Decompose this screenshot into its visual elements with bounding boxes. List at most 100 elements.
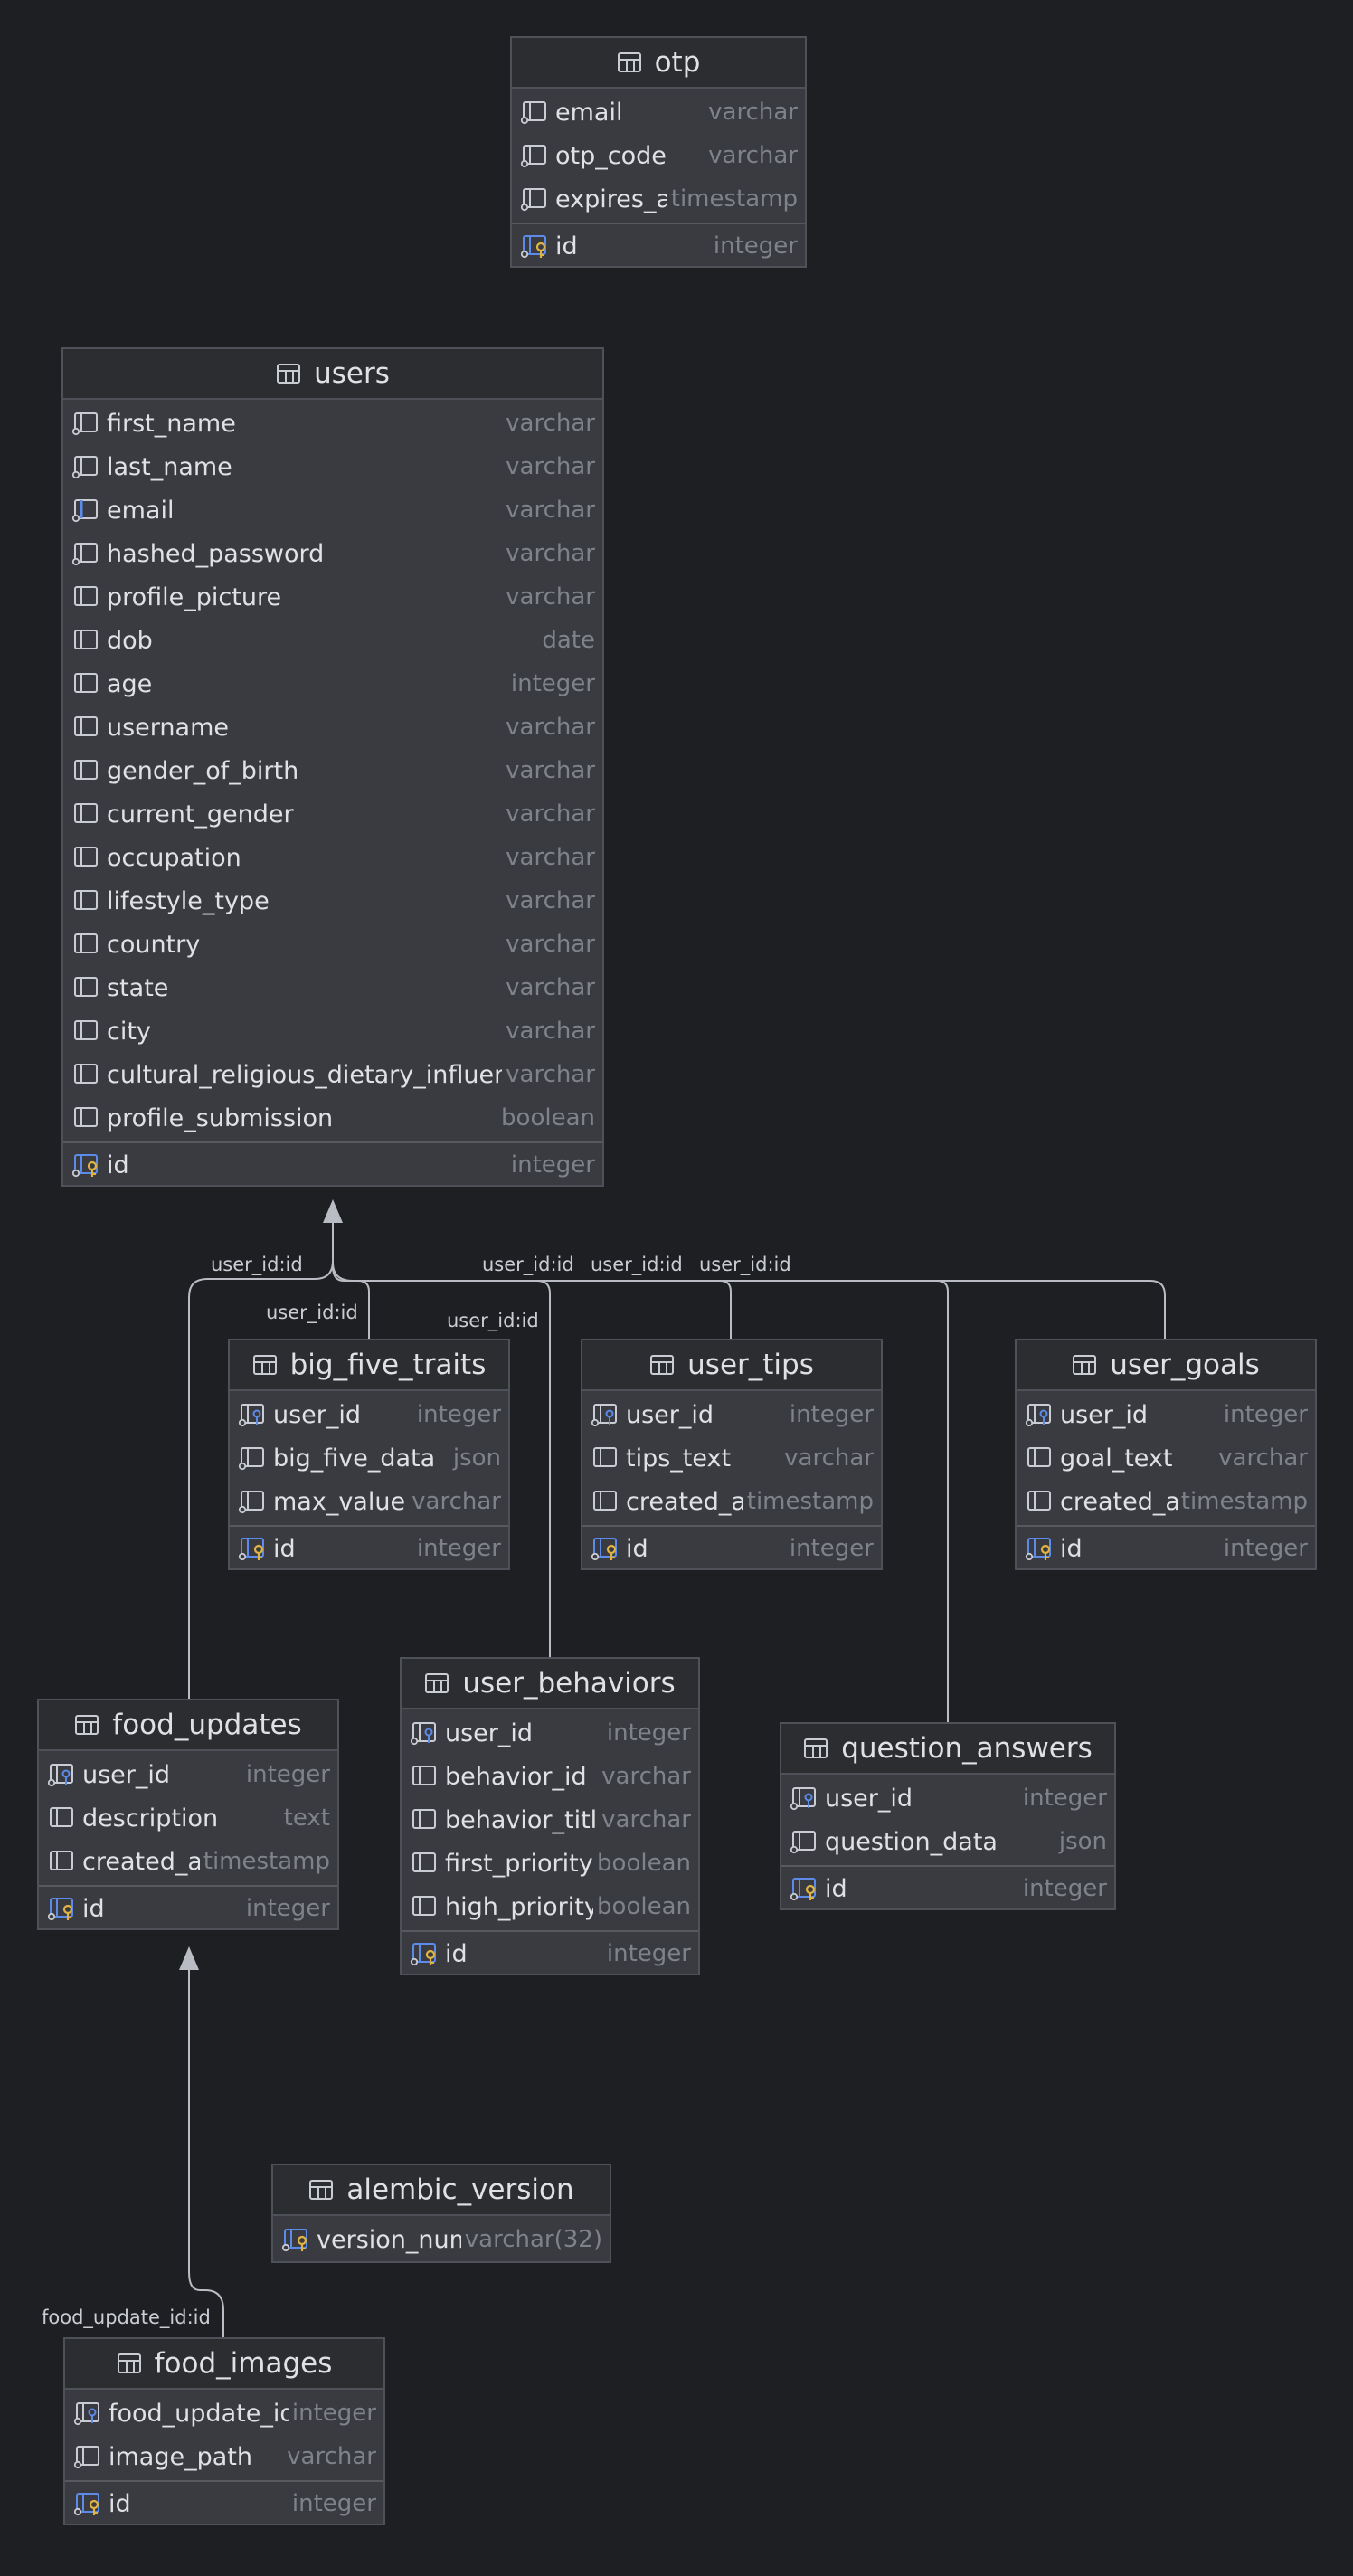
nullable-column-icon <box>71 844 101 871</box>
nullable-column-icon <box>71 1018 101 1045</box>
column-name: country <box>107 930 201 959</box>
table-users[interactable]: users first_name varchar last_name varchar em… <box>62 347 604 1187</box>
column-name: username <box>107 713 229 742</box>
column-row-user-id[interactable]: user_id integer <box>230 1393 508 1436</box>
table-header[interactable]: food_updates <box>39 1700 337 1751</box>
column-row-profile-submission[interactable]: profile_submission boolean <box>63 1096 602 1140</box>
primary-key-row[interactable]: id integer <box>63 1141 602 1185</box>
column-row-user-id[interactable]: user_id integer <box>402 1711 698 1755</box>
column-row-dob[interactable]: dob date <box>63 619 602 662</box>
table-header[interactable]: big_five_traits <box>230 1340 508 1391</box>
column-type: integer <box>245 1761 330 1788</box>
column-row-user-id[interactable]: user_id integer <box>39 1753 337 1796</box>
table-header[interactable]: user_behaviors <box>402 1659 698 1709</box>
table-food-images[interactable]: food_images food_update_id integer image_pa… <box>63 2337 385 2525</box>
column-row-user-id[interactable]: user_id integer <box>582 1393 881 1436</box>
table-food-updates[interactable]: food_updates user_id integer description tex… <box>37 1699 339 1930</box>
column-row-gender-of-birth[interactable]: gender_of_birth varchar <box>63 749 602 792</box>
column-row-max-value[interactable]: max_value varchar <box>230 1480 508 1523</box>
column-type: integer <box>1022 1785 1107 1812</box>
column-row-user-id[interactable]: user_id integer <box>1017 1393 1315 1436</box>
table-header[interactable]: user_tips <box>582 1340 881 1391</box>
column-row-high-priority[interactable]: high_priority boolean <box>402 1885 698 1928</box>
column-row-created-at[interactable]: created_at timestamp <box>582 1480 881 1523</box>
column-row-first-priority[interactable]: first_priority boolean <box>402 1842 698 1885</box>
column-row-email[interactable]: email varchar <box>512 90 805 134</box>
column-type: varchar <box>784 1444 874 1472</box>
column-row-state[interactable]: state varchar <box>63 966 602 1009</box>
column-row-behavior-id[interactable]: behavior_id varchar <box>402 1755 698 1798</box>
primary-key-row[interactable]: version_num varchar(32) <box>273 2218 610 2261</box>
primary-key-row[interactable]: id integer <box>65 2480 383 2524</box>
column-name: id <box>273 1534 296 1563</box>
table-otp[interactable]: otp email varchar otp_code varchar expires_a t… <box>510 36 807 268</box>
edge-label-question-answers: user_id:id <box>482 1254 574 1276</box>
column-row-behavior-title[interactable]: behavior_title varchar <box>402 1798 698 1842</box>
column-row-tips-text[interactable]: tips_text varchar <box>582 1436 881 1480</box>
primary-key-row[interactable]: id integer <box>1017 1525 1315 1568</box>
column-name: max_value <box>273 1487 406 1516</box>
column-icon <box>71 410 101 437</box>
column-row-created-at[interactable]: created_at timestamp <box>1017 1480 1315 1523</box>
primary-key-row[interactable]: id integer <box>230 1525 508 1568</box>
column-name: profile_submission <box>107 1103 334 1132</box>
column-name: first_priority <box>445 1849 593 1878</box>
column-row-occupation[interactable]: occupation varchar <box>63 836 602 879</box>
column-row-current-gender[interactable]: current_gender varchar <box>63 792 602 836</box>
column-row-age[interactable]: age integer <box>63 662 602 706</box>
edge-user-tips-users[interactable] <box>353 1280 732 1339</box>
column-row-lifestyle-type[interactable]: lifestyle_type varchar <box>63 879 602 923</box>
column-type: varchar <box>506 974 595 1001</box>
column-row-profile-picture[interactable]: profile_picture varchar <box>63 575 602 619</box>
primary-key-row[interactable]: id integer <box>39 1885 337 1928</box>
edge-label-food-updates: user_id:id <box>211 1254 303 1276</box>
column-type: varchar <box>506 410 595 437</box>
table-title: users <box>314 357 390 390</box>
column-row-image-path[interactable]: image_path varchar <box>65 2435 383 2478</box>
table-header[interactable]: otp <box>512 38 805 89</box>
column-type: text <box>283 1804 330 1832</box>
column-row-email[interactable]: email varchar <box>63 488 602 532</box>
column-row-goal-text[interactable]: goal_text varchar <box>1017 1436 1315 1480</box>
table-header[interactable]: question_answers <box>781 1724 1114 1775</box>
table-user-goals[interactable]: user_goals user_id integer goal_text varchar… <box>1015 1339 1317 1570</box>
column-row-otp-code[interactable]: otp_code varchar <box>512 134 805 177</box>
column-type: integer <box>510 670 595 697</box>
table-question-answers[interactable]: question_answers user_id integer question_d… <box>780 1722 1116 1910</box>
column-row-created-at[interactable]: created_at timestamp <box>39 1840 337 1883</box>
column-name: user_id <box>626 1400 714 1429</box>
column-row-username[interactable]: username varchar <box>63 706 602 749</box>
column-row-expires-at[interactable]: expires_attimestamp <box>512 177 805 221</box>
table-header[interactable]: food_images <box>65 2339 383 2390</box>
primary-key-row[interactable]: id integer <box>402 1930 698 1974</box>
column-row-question-data[interactable]: question_data json <box>781 1820 1114 1863</box>
column-row-last-name[interactable]: last_name varchar <box>63 445 602 488</box>
primary-key-row[interactable]: id integer <box>512 223 805 266</box>
column-row-hashed-password[interactable]: hashed_password varchar <box>63 532 602 575</box>
column-type: varchar <box>708 142 798 169</box>
column-row-first-name[interactable]: first_name varchar <box>63 402 602 445</box>
column-list: user_id integer description text created_at t… <box>39 1751 337 1928</box>
column-list: user_id integer tips_text varchar created_at… <box>582 1391 881 1568</box>
primary-key-row[interactable]: id integer <box>781 1865 1114 1908</box>
column-row-cultural-religious-dietary-influences[interactable]: cultural_religious_dietary_influencesvar… <box>63 1053 602 1096</box>
column-type: varchar <box>601 1806 691 1833</box>
edge-food-images-food-updates[interactable] <box>188 1970 224 2337</box>
column-row-description[interactable]: description text <box>39 1796 337 1840</box>
column-type: varchar <box>287 2443 376 2470</box>
table-header[interactable]: alembic_version <box>273 2165 610 2216</box>
table-user-tips[interactable]: user_tips user_id integer tips_text varchar c… <box>581 1339 883 1570</box>
column-row-user-id[interactable]: user_id integer <box>781 1776 1114 1820</box>
table-header[interactable]: user_goals <box>1017 1340 1315 1391</box>
column-row-big-five-data[interactable]: big_five_data json <box>230 1436 508 1480</box>
table-big-five-traits[interactable]: big_five_traits user_id integer big_five_da… <box>228 1339 510 1570</box>
column-row-country[interactable]: country varchar <box>63 923 602 966</box>
column-row-city[interactable]: city varchar <box>63 1009 602 1053</box>
table-alembic-version[interactable]: alembic_version version_num varchar(32) <box>271 2164 611 2263</box>
nullable-column-icon <box>71 714 101 741</box>
column-row-food-update-id[interactable]: food_update_id integer <box>65 2391 383 2435</box>
column-name: food_update_id <box>109 2399 289 2428</box>
table-header[interactable]: users <box>63 349 602 400</box>
table-user-behaviors[interactable]: user_behaviors user_id integer behavior_id v… <box>400 1657 700 1975</box>
primary-key-row[interactable]: id integer <box>582 1525 881 1568</box>
